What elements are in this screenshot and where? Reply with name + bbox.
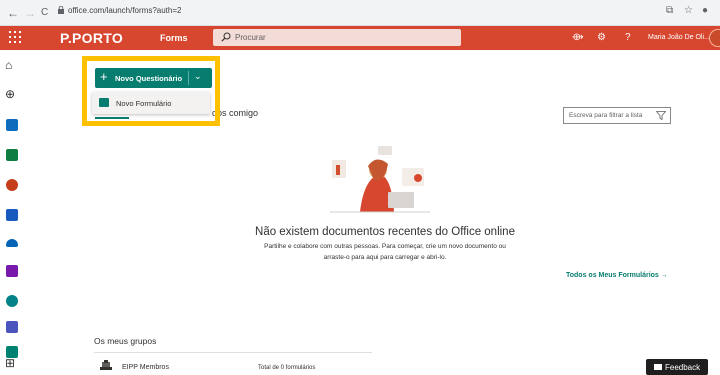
create-icon[interactable]: ⊕ <box>5 88 15 100</box>
home-icon[interactable]: ⌂ <box>5 59 12 71</box>
profile-icon[interactable]: ● <box>702 5 708 16</box>
group-icon <box>100 360 112 370</box>
word-icon[interactable] <box>6 209 18 221</box>
back-button[interactable]: ← <box>7 5 19 21</box>
app-title[interactable]: Forms <box>160 33 188 43</box>
groups-heading: Os meus grupos <box>94 336 157 346</box>
excel-icon[interactable] <box>6 149 18 161</box>
filter-placeholder: Escreva para filtrar a lista <box>569 112 643 119</box>
search-input[interactable]: Procurar <box>235 33 266 42</box>
address-bar[interactable]: office.com/launch/forms?auth=2 <box>68 6 181 15</box>
lock-icon <box>58 6 64 14</box>
onenote-icon[interactable] <box>6 265 18 277</box>
search-box[interactable]: Procurar <box>213 29 461 46</box>
avatar[interactable] <box>709 29 720 47</box>
empty-state-illustration <box>330 146 430 213</box>
filter-input[interactable]: Escreva para filtrar a lista <box>563 107 671 124</box>
all-my-forms-link[interactable]: Todos os Meus Formulários → <box>566 272 668 279</box>
feedback-icon[interactable]: ⟴ <box>572 32 584 43</box>
settings-icon[interactable]: ⚙ <box>597 32 606 43</box>
suite-header: P.PORTO Forms Procurar ⟴ ⚙ ? Maria João … <box>0 26 720 50</box>
org-logo[interactable]: P.PORTO <box>60 30 123 46</box>
browser-toolbar: ← → C office.com/launch/forms?auth=2 ⧉ ☆… <box>0 0 720 26</box>
group-item-name[interactable]: EIPP Membros <box>122 364 169 371</box>
outlook-icon[interactable] <box>6 119 18 131</box>
forward-button[interactable]: → <box>24 5 36 21</box>
all-apps-icon[interactable]: ⊞ <box>5 357 15 369</box>
group-item-total: Total de 0 formulários <box>258 365 316 371</box>
app-rail: ⌂ ⊕ ⊞ <box>0 50 24 373</box>
help-icon[interactable]: ? <box>625 32 631 43</box>
search-icon <box>221 32 231 42</box>
sharepoint-icon[interactable] <box>6 295 18 307</box>
empty-state-title: Não existem documentos recentes do Offic… <box>255 226 515 238</box>
teams-icon[interactable] <box>6 321 18 333</box>
annotation-highlight-box <box>82 56 220 126</box>
powerpoint-icon[interactable] <box>6 179 18 191</box>
groups-divider <box>94 352 372 353</box>
bookmark-star-icon[interactable]: ☆ <box>684 5 693 16</box>
reload-button[interactable]: C <box>41 5 48 21</box>
message-icon <box>654 364 662 370</box>
feedback-label: Feedback <box>665 363 701 372</box>
empty-state-description-line2: arraste-o para aqui para carregar e abri… <box>323 254 447 261</box>
filter-icon[interactable] <box>656 111 666 120</box>
empty-state-description: Partilhe e colabore com outras pessoas. … <box>264 243 506 250</box>
app-launcher-icon[interactable] <box>9 31 21 43</box>
user-name[interactable]: Maria João De Oli... <box>648 34 710 41</box>
translate-icon[interactable]: ⧉ <box>666 5 673 16</box>
